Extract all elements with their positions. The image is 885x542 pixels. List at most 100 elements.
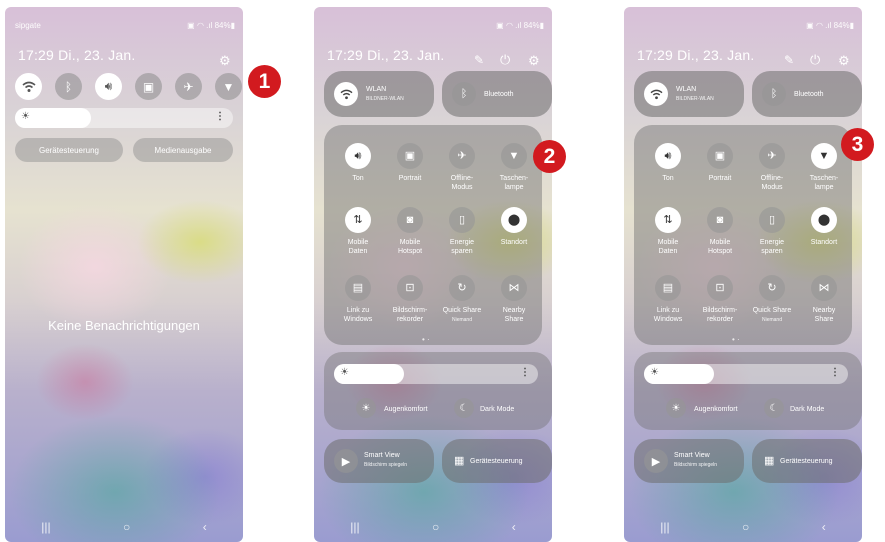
home-icon[interactable]: ○ xyxy=(742,520,749,534)
tile-sound[interactable]: 🔊︎ Ton xyxy=(642,143,694,183)
device-control-button[interactable]: Gerätesteuerung xyxy=(15,138,123,162)
portrait-icon[interactable]: ▣ xyxy=(135,73,162,100)
more-icon[interactable]: ⋮ xyxy=(520,367,530,378)
smart-view-card[interactable]: ▶ Smart View Bildschirm spiegeln xyxy=(324,439,434,483)
wifi-icon xyxy=(644,82,668,106)
smart-view-icon: ▶ xyxy=(334,449,358,473)
tile-power-saving[interactable]: ▯ Energie sparen xyxy=(436,207,488,256)
eye-comfort-icon[interactable]: ☀ xyxy=(356,398,376,418)
tile-flashlight[interactable]: ▼ Taschen-lampe xyxy=(488,143,540,192)
page-indicator: • · xyxy=(732,335,740,344)
tile-portrait[interactable]: ▣ Portrait xyxy=(384,143,436,183)
airplane-icon: ✈ xyxy=(759,143,785,169)
tile-location[interactable]: ⬤ Standort xyxy=(488,207,540,247)
grid-icon: ▦ xyxy=(764,455,775,467)
tile-nearby-share[interactable]: ⋈ Nearby Share xyxy=(798,275,850,324)
tile-link-to-windows[interactable]: ▤ Link zu Windows xyxy=(642,275,694,324)
wlan-label: WLAN xyxy=(366,86,387,93)
wlan-card[interactable]: WLAN BILDNER-WLAN xyxy=(324,71,434,117)
tile-quick-share[interactable]: ↻ Quick Share Niemand xyxy=(746,275,798,325)
power-icon[interactable]: ⏻ xyxy=(500,52,510,68)
back-icon[interactable]: ‹ xyxy=(512,520,516,534)
dark-mode-icon[interactable]: ☾ xyxy=(454,398,474,418)
time-date: 17:29 Di., 23. Jan. xyxy=(637,47,755,63)
carrier-label: sipgate xyxy=(15,21,41,30)
smart-view-card[interactable]: ▶ Smart View Bildschirm spiegeln xyxy=(634,439,744,483)
tile-airplane-mode[interactable]: ✈ Offline- Modus xyxy=(436,143,488,192)
airplane-icon: ✈ xyxy=(449,143,475,169)
bluetooth-label: Bluetooth xyxy=(794,91,824,98)
tile-power-saving[interactable]: ▯ Energie sparen xyxy=(746,207,798,256)
brightness-slider[interactable]: ☀ ⋮ xyxy=(644,364,848,384)
smart-view-label: Smart View xyxy=(364,452,400,459)
power-icon[interactable]: ⏻ xyxy=(810,52,820,68)
eye-comfort-label[interactable]: Augenkomfort xyxy=(694,405,738,414)
brightness-slider[interactable]: ☀ ⋮ xyxy=(334,364,538,384)
dark-mode-label[interactable]: Dark Mode xyxy=(480,405,514,414)
wlan-card[interactable]: WLAN BILDNER-WLAN xyxy=(634,71,744,117)
mobile-data-icon: ⇅ xyxy=(345,207,371,233)
battery-icon: ▯ xyxy=(449,207,475,233)
tile-mobile-data[interactable]: ⇅ Mobile Daten xyxy=(332,207,384,256)
flashlight-icon: ▼ xyxy=(811,143,837,169)
navigation-bar: ||| ○ ‹ xyxy=(624,520,862,534)
settings-gear-icon[interactable]: ⚙ xyxy=(528,53,540,69)
recent-apps-icon[interactable]: ||| xyxy=(660,520,669,534)
back-icon[interactable]: ‹ xyxy=(203,520,207,534)
quick-settings-panel: 🔊︎ Ton ▣ Portrait ✈ Offline- Modus ▼ Taschen-… xyxy=(324,125,542,345)
airplane-icon[interactable]: ✈ xyxy=(175,73,202,100)
recent-apps-icon[interactable]: ||| xyxy=(350,520,359,534)
tile-mobile-hotspot[interactable]: ◙ Mobile Hotspot xyxy=(694,207,746,256)
time-date: 17:29 Di., 23. Jan. xyxy=(18,47,136,63)
screen-recorder-icon: ⊡ xyxy=(397,275,423,301)
status-icons: ▣ ◠ .ıl 84%▮ xyxy=(806,21,854,30)
status-icons: ▣ ◠ .ıl 84%▮ xyxy=(496,21,544,30)
flashlight-icon: ▼ xyxy=(501,143,527,169)
bluetooth-icon[interactable]: ᛒ xyxy=(55,73,82,100)
bluetooth-card[interactable]: ᛒ Bluetooth xyxy=(752,71,862,117)
dark-mode-icon[interactable]: ☾ xyxy=(764,398,784,418)
smart-view-icon: ▶ xyxy=(644,449,668,473)
media-output-button[interactable]: Medienausgabe xyxy=(133,138,233,162)
edit-pencil-icon[interactable]: ✎ xyxy=(784,53,794,67)
link-windows-icon: ▤ xyxy=(655,275,681,301)
tile-link-to-windows[interactable]: ▤ Link zu Windows xyxy=(332,275,384,324)
phone-screen-expanded: ▣ ◠ .ıl 84%▮ 17:29 Di., 23. Jan. ✎ ⏻ ⚙ W… xyxy=(314,7,552,542)
tile-airplane-mode[interactable]: ✈ Offline- Modus xyxy=(746,143,798,192)
tile-sound[interactable]: 🔊︎ Ton xyxy=(332,143,384,183)
sound-icon: 🔊︎ xyxy=(345,143,371,169)
navigation-bar: ||| ○ ‹ xyxy=(314,520,552,534)
edit-pencil-icon[interactable]: ✎ xyxy=(474,53,484,67)
brightness-slider[interactable]: ☀ ⋮ xyxy=(15,108,233,128)
home-icon[interactable]: ○ xyxy=(123,520,130,534)
tile-mobile-data[interactable]: ⇅ Mobile Daten xyxy=(642,207,694,256)
settings-gear-icon[interactable]: ⚙ xyxy=(838,53,850,69)
tile-mobile-hotspot[interactable]: ◙ Mobile Hotspot xyxy=(384,207,436,256)
tile-nearby-share[interactable]: ⋈ Nearby Share xyxy=(488,275,540,324)
recent-apps-icon[interactable]: ||| xyxy=(41,520,50,534)
location-pin-icon: ⬤ xyxy=(811,207,837,233)
home-icon[interactable]: ○ xyxy=(432,520,439,534)
bluetooth-icon: ᛒ xyxy=(452,82,476,106)
device-control-card[interactable]: ▦ Gerätesteuerung xyxy=(442,439,552,483)
flashlight-icon[interactable]: ▼ xyxy=(215,73,242,100)
sound-icon: 🔊︎ xyxy=(655,143,681,169)
back-icon[interactable]: ‹ xyxy=(822,520,826,534)
sun-icon: ☀ xyxy=(340,367,349,378)
dark-mode-label[interactable]: Dark Mode xyxy=(790,405,824,414)
eye-comfort-icon[interactable]: ☀ xyxy=(666,398,686,418)
tile-screen-recorder[interactable]: ⊡ Bildschirm-rekorder xyxy=(384,275,436,324)
tile-quick-share[interactable]: ↻ Quick Share Niemand xyxy=(436,275,488,325)
more-icon[interactable]: ⋮ xyxy=(215,111,225,122)
tile-location[interactable]: ⬤ Standort xyxy=(798,207,850,247)
portrait-icon: ▣ xyxy=(707,143,733,169)
bluetooth-card[interactable]: ᛒ Bluetooth xyxy=(442,71,552,117)
wifi-icon[interactable] xyxy=(15,73,42,100)
tile-screen-recorder[interactable]: ⊡ Bildschirm-rekorder xyxy=(694,275,746,324)
settings-gear-icon[interactable]: ⚙ xyxy=(219,53,231,69)
sound-icon[interactable]: 🔊︎ xyxy=(95,73,122,100)
device-control-card[interactable]: ▦ Gerätesteuerung xyxy=(752,439,862,483)
eye-comfort-label[interactable]: Augenkomfort xyxy=(384,405,428,414)
more-icon[interactable]: ⋮ xyxy=(830,367,840,378)
tile-portrait[interactable]: ▣ Portrait xyxy=(694,143,746,183)
